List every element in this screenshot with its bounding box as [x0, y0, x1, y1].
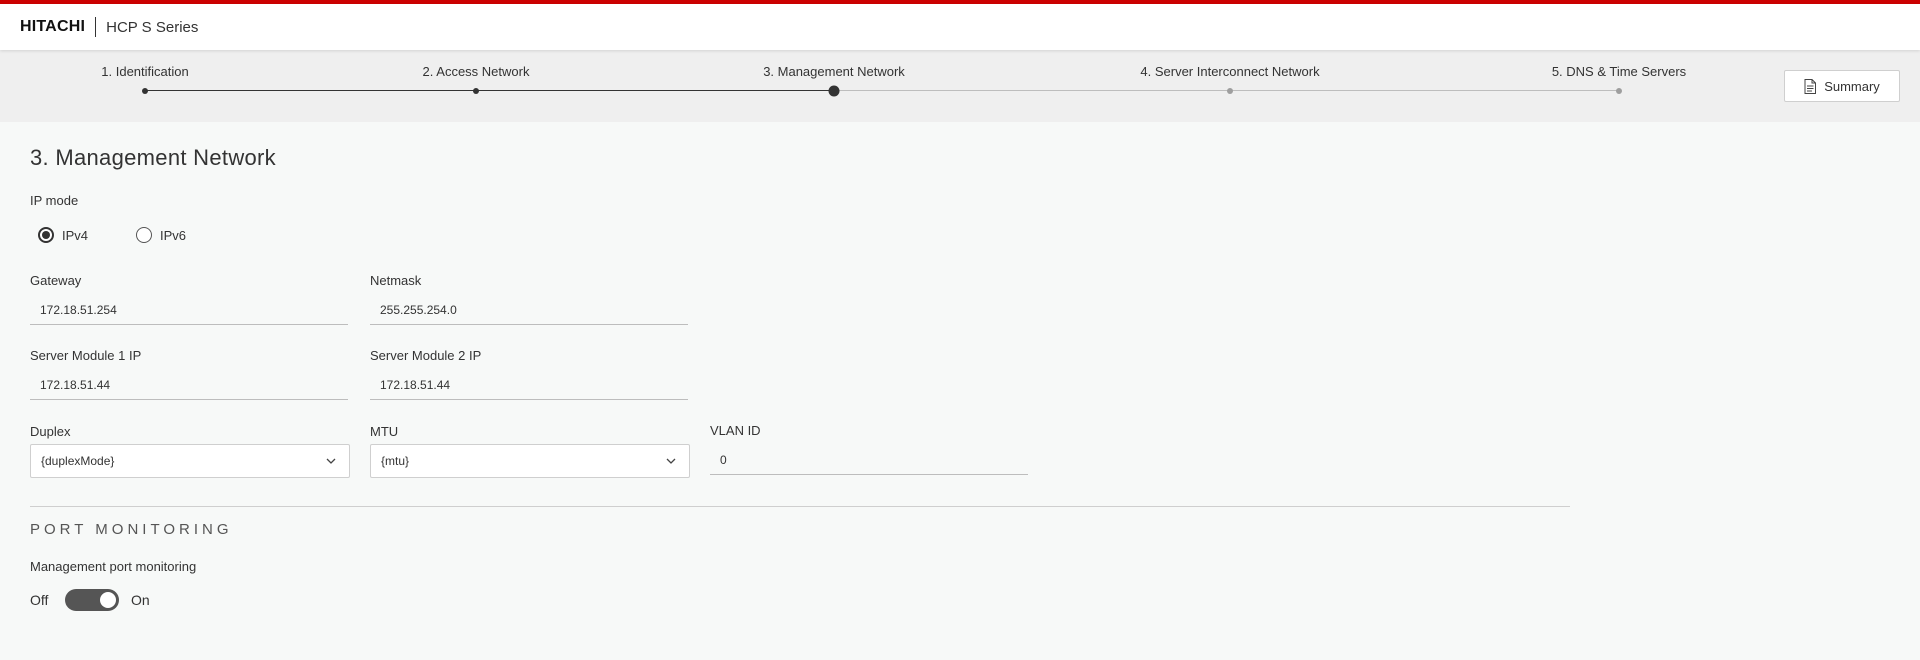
step-access-network[interactable]: 2. Access Network — [423, 64, 530, 79]
port-monitoring-toggle[interactable] — [65, 589, 119, 611]
duplex-label: Duplex — [30, 424, 71, 439]
document-icon — [1804, 78, 1817, 94]
netmask-input[interactable] — [370, 295, 688, 325]
vlan-id-label: VLAN ID — [710, 423, 761, 438]
radio-unchecked-icon — [136, 227, 152, 243]
ipv6-radio[interactable]: IPv6 — [136, 227, 186, 243]
ipv4-radio-label: IPv4 — [62, 227, 89, 243]
duplex-select-value: {duplexMode} — [41, 454, 115, 468]
ip-mode-label: IP mode — [30, 193, 79, 208]
section-divider — [30, 506, 1570, 507]
toggle-on-label: On — [131, 592, 150, 608]
server-module-2-label: Server Module 2 IP — [370, 348, 482, 363]
chevron-down-icon — [326, 458, 336, 464]
mtu-select[interactable]: {mtu} — [370, 444, 690, 478]
summary-button[interactable]: Summary — [1784, 70, 1900, 102]
server-module-2-input[interactable] — [370, 370, 688, 400]
page-title: 3. Management Network — [30, 145, 276, 170]
step-dot-5 — [1616, 88, 1622, 94]
ipv4-radio[interactable]: IPv4 — [38, 227, 88, 243]
gateway-input[interactable] — [30, 295, 348, 325]
vlan-id-input[interactable] — [710, 445, 1028, 475]
step-identification[interactable]: 1. Identification — [101, 64, 188, 79]
toggle-knob — [100, 592, 116, 608]
step-dot-1 — [142, 88, 148, 94]
mtu-label: MTU — [370, 424, 399, 439]
step-dot-2 — [473, 88, 479, 94]
chevron-down-icon — [666, 458, 676, 464]
app-header: HITACHI HCP S Series — [0, 4, 1920, 50]
summary-button-label: Summary — [1824, 78, 1880, 94]
hitachi-logo: HITACHI — [20, 18, 86, 35]
product-name: HCP S Series — [106, 18, 199, 36]
management-port-monitoring-label: Management port monitoring — [30, 559, 197, 574]
step-dot-current — [828, 85, 840, 97]
header-separator — [95, 17, 97, 37]
step-dot-4 — [1227, 88, 1233, 94]
step-dns-time-servers[interactable]: 5. DNS & Time Servers — [1552, 64, 1686, 79]
toggle-off-label: Off — [30, 592, 49, 608]
gateway-label: Gateway — [30, 273, 82, 288]
wizard-stepper — [0, 50, 1920, 122]
server-module-1-label: Server Module 1 IP — [30, 348, 142, 363]
step-management-network[interactable]: 3. Management Network — [763, 64, 905, 79]
netmask-label: Netmask — [370, 273, 422, 288]
duplex-select[interactable]: {duplexMode} — [30, 444, 350, 478]
ipv6-radio-label: IPv6 — [160, 227, 187, 243]
step-server-interconnect[interactable]: 4. Server Interconnect Network — [1140, 64, 1319, 79]
port-monitoring-heading: PORT MONITORING — [30, 521, 233, 538]
mtu-select-value: {mtu} — [381, 454, 410, 468]
server-module-1-input[interactable] — [30, 370, 348, 400]
radio-checked-icon — [38, 227, 54, 243]
progress-track-complete — [145, 90, 834, 91]
